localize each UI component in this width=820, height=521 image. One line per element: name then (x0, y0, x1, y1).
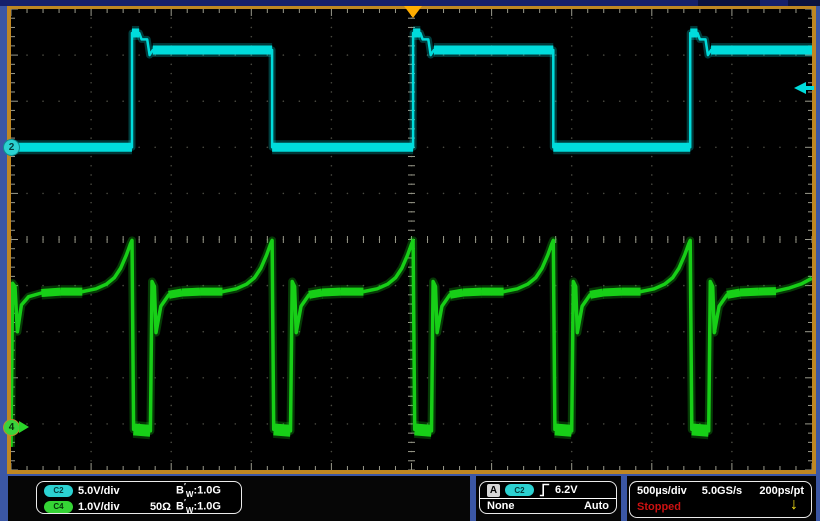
channel-readout-box[interactable]: C2 5.0V/div B′W:1.0G C4 1.0V/div 50Ω B′W… (36, 481, 242, 515)
sample-rate: 5.0GS/s (701, 484, 743, 497)
ch4-scale: 1.0V/div (78, 500, 120, 513)
oscilloscope-screen: 2 4 C2 5.0V/div B′W:1.0G C4 1.0V/div 50Ω… (0, 0, 820, 521)
trigger-mode-row: None Auto (480, 499, 616, 513)
ch4-trace (11, 236, 812, 447)
trigger-system-badge: A (487, 483, 500, 497)
acquisition-status: Stopped (637, 500, 681, 513)
ch4-reference-arrow-icon (19, 421, 29, 433)
acquisition-status-row: Stopped ↓ (630, 497, 811, 514)
top-bar-segment (698, 0, 760, 6)
trigger-settings-row: A C2 6.2V (480, 482, 616, 499)
resolution: 200ps/pt (759, 484, 804, 497)
ch4-badge[interactable]: C4 (44, 500, 73, 513)
trigger-level-value: 6.2V (555, 484, 578, 496)
ch4-bandwidth: B′W:1.0G (176, 498, 221, 515)
ch2-readout-row: C2 5.0V/div B′W:1.0G (37, 482, 241, 499)
trigger-level-marker-tail (805, 86, 814, 90)
ch2-reference-marker[interactable]: 2 (3, 139, 20, 156)
top-bar-segment (788, 0, 820, 6)
horizontal-readout-box[interactable]: 500µs/div 5.0GS/s 200ps/pt Stopped ↓ (629, 481, 812, 518)
acquisition-arrow-icon[interactable]: ↓ (790, 497, 798, 513)
ch2-bandwidth: B′W:1.0G (176, 482, 221, 499)
ch2-badge[interactable]: C2 (44, 484, 73, 497)
ch4-termination: 50Ω (149, 500, 171, 513)
ch2-scale: 5.0V/div (78, 484, 120, 497)
timebase-scale: 500µs/div (637, 484, 687, 497)
trigger-readout-box[interactable]: A C2 6.2V None Auto (479, 481, 617, 514)
waveform-display (11, 9, 812, 470)
trigger-source-badge[interactable]: C2 (505, 484, 534, 496)
ch2-trace (11, 25, 812, 155)
ch4-reference-marker[interactable]: 4 (3, 419, 20, 436)
bottom-bar: C2 5.0V/div B′W:1.0G C4 1.0V/div 50Ω B′W… (0, 476, 820, 521)
ch4-readout-row: C4 1.0V/div 50Ω B′W:1.0G (37, 498, 241, 515)
trigger-position-marker[interactable] (404, 6, 422, 18)
trigger-type: None (487, 500, 515, 512)
trigger-mode: Auto (583, 500, 609, 512)
rising-edge-slope-icon (539, 483, 550, 497)
graticule-frame (7, 5, 816, 474)
timebase-row: 500µs/div 5.0GS/s 200ps/pt (630, 482, 811, 499)
